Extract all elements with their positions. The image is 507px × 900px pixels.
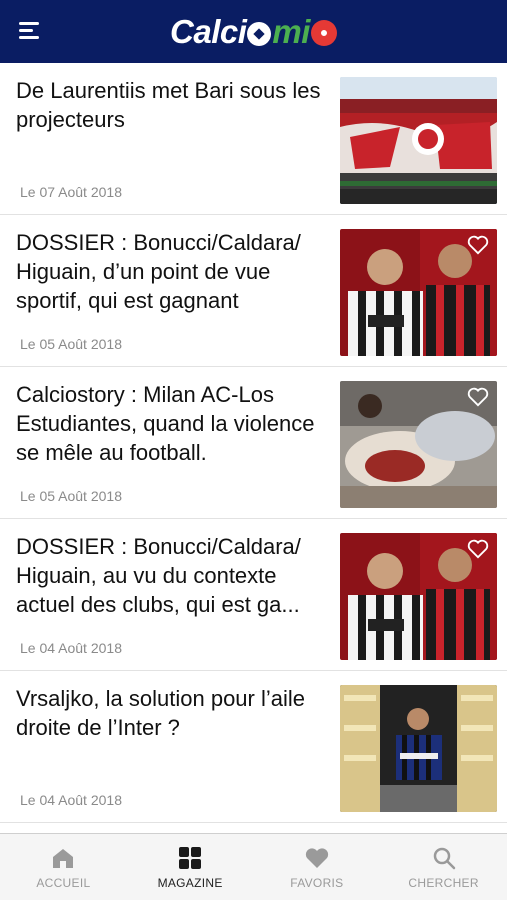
article-title[interactable]: DOSSIER : Bonucci/Caldara/ Higuain, au v… [16,532,326,619]
bottom-tab-bar: ACCUEIL MAGAZINE FAVORIS CHERCHER [0,833,507,900]
article-thumbnail-players[interactable] [340,229,497,356]
article-date: Le 05 Août 2018 [20,336,122,352]
tab-label: ACCUEIL [36,876,91,890]
article-card[interactable]: DOSSIER : Bonucci/Caldara/ Higuain, au v… [0,519,507,671]
article-title[interactable]: Vrsaljko, la solution pour l’aile droite… [16,684,326,742]
search-icon [433,847,455,870]
article-thumbnail-historic-photo[interactable] [340,381,497,508]
logo-text-calci: Calci [170,12,247,50]
grid-icon [179,847,202,869]
logo-red-ball-icon [310,19,337,46]
article-title[interactable]: De Laurentiis met Bari sous les projecte… [16,76,326,134]
article-thumbnail-players[interactable] [340,533,497,660]
tab-label: CHERCHER [408,876,479,890]
article-thumbnail-stadium[interactable] [340,77,497,204]
logo-text-mi: mi [272,12,310,50]
article-card[interactable]: DOSSIER : Bonucci/Caldara/ Higuain, d’un… [0,215,507,367]
article-date: Le 04 Août 2018 [20,792,122,808]
home-icon [53,849,74,868]
article-list[interactable]: De Laurentiis met Bari sous les projecte… [0,63,507,833]
article-card[interactable]: Vrsaljko, la solution pour l’aile droite… [0,671,507,823]
heart-outline-icon[interactable] [467,539,489,559]
article-thumbnail-trophy-room[interactable] [340,685,497,812]
article-card[interactable]: Calciostory : Milan AC-Los Estudiantes, … [0,367,507,519]
heart-outline-icon[interactable] [467,387,489,407]
logo-ball-icon [247,21,272,46]
tab-accueil[interactable]: ACCUEIL [0,834,127,900]
heart-icon [305,848,328,868]
heart-outline-icon[interactable] [467,235,489,255]
tab-chercher[interactable]: CHERCHER [380,834,507,900]
article-date: Le 05 Août 2018 [20,488,122,504]
article-title[interactable]: Calciostory : Milan AC-Los Estudiantes, … [16,380,326,467]
tab-label: MAGAZINE [157,876,223,890]
tab-favoris[interactable]: FAVORIS [254,834,381,900]
app-header: Calci mi [0,0,507,63]
article-card[interactable]: De Laurentiis met Bari sous les projecte… [0,63,507,215]
tab-label: FAVORIS [290,876,344,890]
app-logo[interactable]: Calci mi [170,13,337,51]
hamburger-menu-icon[interactable] [19,22,41,42]
article-title[interactable]: DOSSIER : Bonucci/Caldara/ Higuain, d’un… [16,228,326,315]
article-date: Le 04 Août 2018 [20,640,122,656]
article-date: Le 07 Août 2018 [20,184,122,200]
tab-magazine[interactable]: MAGAZINE [127,834,254,900]
